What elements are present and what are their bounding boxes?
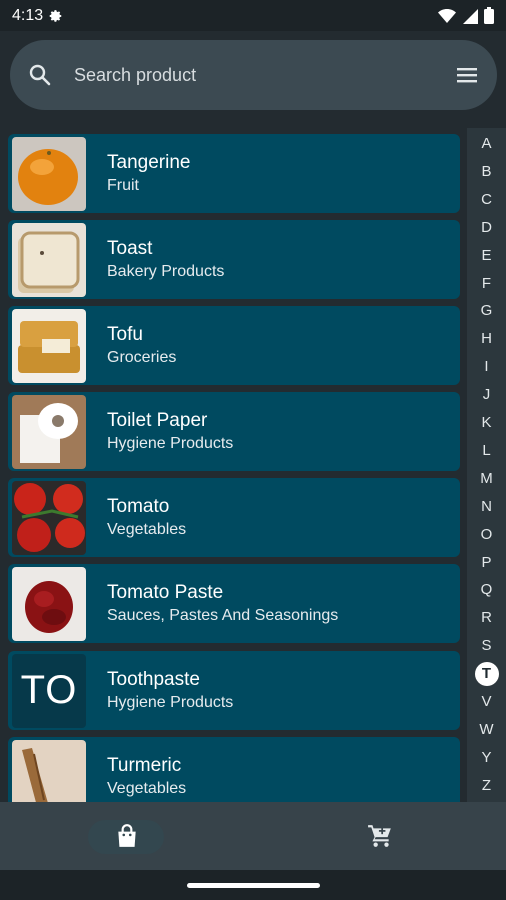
index-letter-d[interactable]: D: [467, 216, 506, 240]
index-letter-n[interactable]: N: [467, 495, 506, 519]
toothpaste-thumbnail: TO: [12, 653, 86, 728]
product-name: Tangerine: [107, 151, 191, 173]
product-name: Toast: [107, 237, 153, 259]
index-letter-e[interactable]: E: [467, 244, 506, 268]
tomato-thumbnail: [12, 480, 86, 555]
product-category: Vegetables: [107, 520, 187, 538]
list-item[interactable]: TO Toothpaste Hygiene Products: [8, 651, 460, 730]
index-letter-g[interactable]: G: [467, 299, 506, 323]
turmeric-thumbnail: [12, 739, 86, 802]
product-category: Vegetables: [107, 779, 187, 797]
toilet-paper-thumbnail: [12, 394, 86, 469]
index-letter-c[interactable]: C: [467, 188, 506, 212]
product-list[interactable]: Tangerine Fruit Toast Bakery Products To…: [8, 134, 460, 802]
battery-icon: [484, 7, 494, 24]
shopping-bag-icon[interactable]: [114, 823, 140, 849]
product-category: Fruit: [107, 176, 139, 194]
bottom-nav: [0, 802, 506, 870]
toast-thumbnail: [12, 222, 86, 297]
tab-products[interactable]: [0, 802, 253, 870]
index-letter-v[interactable]: V: [467, 690, 506, 714]
wifi-icon: [438, 8, 456, 23]
product-category: Hygiene Products: [107, 693, 234, 711]
index-letter-b[interactable]: B: [467, 160, 506, 184]
index-letter-f[interactable]: F: [467, 272, 506, 296]
index-letter-s[interactable]: S: [467, 634, 506, 658]
search-icon[interactable]: [28, 63, 52, 87]
product-category: Sauces, Pastes And Seasonings: [107, 606, 339, 624]
index-letter-a[interactable]: A: [467, 132, 506, 156]
product-name: Turmeric: [107, 754, 182, 776]
gear-icon: [49, 9, 62, 22]
menu-icon[interactable]: [455, 63, 479, 87]
tomato-paste-thumbnail: [12, 566, 86, 641]
index-letter-w[interactable]: W: [467, 718, 506, 742]
search-bar[interactable]: [10, 40, 497, 110]
index-letter-t[interactable]: T: [467, 662, 506, 687]
index-letter-h[interactable]: H: [467, 327, 506, 351]
index-letter-p[interactable]: P: [467, 551, 506, 575]
index-letter-r[interactable]: R: [467, 606, 506, 630]
search-input[interactable]: [74, 64, 455, 86]
product-category: Hygiene Products: [107, 434, 234, 452]
tangerine-thumbnail: [12, 136, 86, 211]
product-category: Groceries: [107, 348, 177, 366]
index-letter-j[interactable]: J: [467, 383, 506, 407]
alphabet-index[interactable]: ABCDEFGHIJKLMNOPQRSTVWYZ: [467, 128, 506, 802]
list-item[interactable]: Tomato Vegetables: [8, 478, 460, 557]
system-gesture-area: [0, 870, 506, 900]
index-letter-o[interactable]: O: [467, 523, 506, 547]
list-item[interactable]: Tomato Paste Sauces, Pastes And Seasonin…: [8, 564, 460, 643]
index-letter-i[interactable]: I: [467, 355, 506, 379]
product-name: Tomato Paste: [107, 581, 224, 603]
index-letter-q[interactable]: Q: [467, 578, 506, 602]
product-name: Toilet Paper: [107, 409, 208, 431]
tab-cart[interactable]: [253, 802, 506, 870]
tofu-thumbnail: [12, 308, 86, 383]
index-letter-m[interactable]: M: [467, 467, 506, 491]
list-item[interactable]: Tangerine Fruit: [8, 134, 460, 213]
signal-icon: [463, 8, 478, 24]
status-time: 4:13: [12, 6, 44, 24]
product-name: Toothpaste: [107, 668, 200, 690]
cart-icon[interactable]: [367, 823, 393, 849]
list-item[interactable]: Toilet Paper Hygiene Products: [8, 392, 460, 471]
index-letter-y[interactable]: Y: [467, 746, 506, 770]
product-category: Bakery Products: [107, 262, 225, 280]
product-name: Tofu: [107, 323, 143, 345]
list-item[interactable]: Turmeric Vegetables: [8, 737, 460, 802]
index-letter-z[interactable]: Z: [467, 774, 506, 798]
status-bar: 4:13: [0, 0, 506, 31]
list-item[interactable]: Tofu Groceries: [8, 306, 460, 385]
gesture-bar[interactable]: [187, 883, 320, 888]
list-item[interactable]: Toast Bakery Products: [8, 220, 460, 299]
product-name: Tomato: [107, 495, 170, 517]
index-letter-l[interactable]: L: [467, 439, 506, 463]
index-letter-k[interactable]: K: [467, 411, 506, 435]
